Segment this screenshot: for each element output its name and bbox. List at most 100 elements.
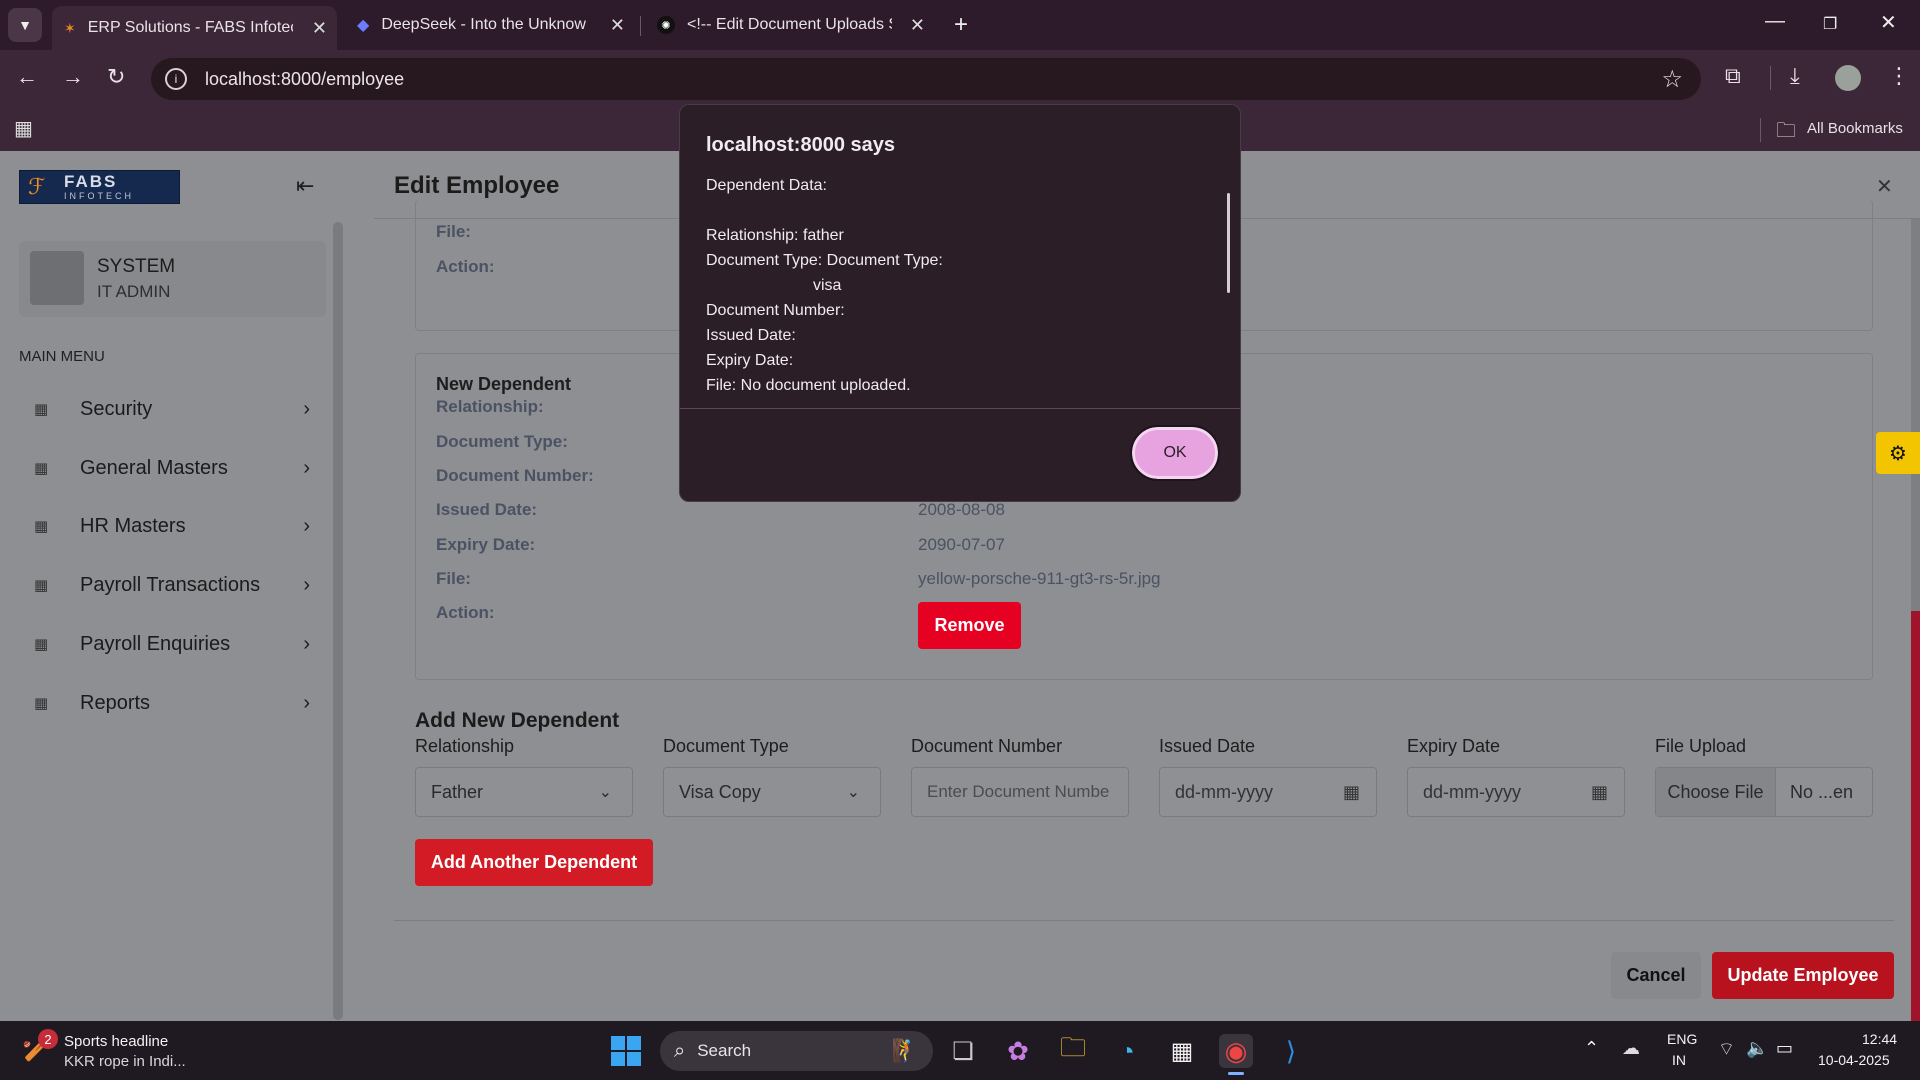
document-type-select[interactable]: Visa Copy ⌄ bbox=[663, 767, 881, 817]
vscode-icon[interactable]: ⟩ bbox=[1274, 1034, 1308, 1068]
folder-icon[interactable]: 🗀 bbox=[1776, 116, 1796, 150]
extensions-icon[interactable]: ⧉ bbox=[1725, 63, 1741, 89]
tab-close-icon[interactable]: ✕ bbox=[312, 18, 327, 39]
dialog-line: Dependent Data: bbox=[706, 177, 827, 194]
avatar bbox=[30, 251, 84, 305]
chevron-right-icon: › bbox=[303, 691, 310, 714]
language-bottom[interactable]: IN bbox=[1672, 1052, 1686, 1068]
calendar-icon[interactable]: ▦ bbox=[1591, 782, 1608, 803]
issued-date-input[interactable]: dd-mm-yyyy ▦ bbox=[1159, 767, 1377, 817]
chevron-right-icon: › bbox=[303, 573, 310, 596]
sidebar-item-hr-masters[interactable]: ▦ HR Masters › bbox=[20, 502, 320, 550]
site-info-icon[interactable]: i bbox=[165, 68, 187, 90]
dialog-line: Document Type: Document Type: bbox=[706, 252, 943, 269]
dialog-scrollbar-thumb[interactable] bbox=[1227, 193, 1230, 293]
user-name: SYSTEM bbox=[97, 256, 176, 277]
onedrive-icon[interactable]: ☁ bbox=[1622, 1038, 1640, 1059]
clock-time[interactable]: 12:44 bbox=[1862, 1031, 1897, 1047]
copilot-icon[interactable]: ✿ bbox=[1001, 1034, 1035, 1068]
chevron-up-icon[interactable]: ⌃ bbox=[1584, 1038, 1599, 1059]
tab-edit-document[interactable]: ✺ <!-- Edit Document Uploads Se ✕ bbox=[645, 7, 935, 43]
forward-icon[interactable]: → bbox=[62, 64, 84, 90]
chrome-icon[interactable]: ◉ bbox=[1219, 1034, 1253, 1068]
cancel-button[interactable]: Cancel bbox=[1611, 952, 1701, 999]
calendar-icon[interactable]: ▦ bbox=[1343, 782, 1360, 803]
sidebar-item-security[interactable]: ▦ Security › bbox=[20, 385, 320, 433]
sidebar-item-label: General Masters bbox=[80, 456, 228, 479]
dialog-title: localhost:8000 says bbox=[706, 134, 895, 156]
dialog-line: Document Number: bbox=[706, 302, 845, 319]
sidebar-item-general-masters[interactable]: ▦ General Masters › bbox=[20, 444, 320, 492]
tab-close-icon[interactable]: ✕ bbox=[610, 15, 625, 36]
tab-deepseek[interactable]: ◆ DeepSeek - Into the Unknown ✕ bbox=[345, 7, 635, 43]
sidebar-scrollbar[interactable] bbox=[333, 222, 343, 1020]
file-upload-input[interactable]: Choose File No ...en bbox=[1655, 767, 1873, 817]
browser-tab-strip: ▼ ✶ ERP Solutions - FABS Infotech , ✕ ◆ … bbox=[0, 0, 1920, 50]
wifi-icon[interactable]: ⌔ bbox=[1718, 1038, 1735, 1061]
logo-mark-icon: ℱ bbox=[28, 174, 46, 199]
minimize-icon[interactable]: — bbox=[1765, 10, 1785, 33]
volume-icon[interactable]: 🔈 bbox=[1746, 1038, 1768, 1059]
language-top[interactable]: ENG bbox=[1667, 1031, 1697, 1047]
sidebar-item-payroll-enquiries[interactable]: ▦ Payroll Enquiries › bbox=[20, 620, 320, 668]
tab-erp[interactable]: ✶ ERP Solutions - FABS Infotech , ✕ bbox=[52, 6, 337, 50]
chevron-right-icon: › bbox=[303, 397, 310, 420]
dialog-line: Relationship: father bbox=[706, 227, 844, 244]
update-employee-button[interactable]: Update Employee bbox=[1712, 952, 1894, 999]
tab-close-icon[interactable]: ✕ bbox=[910, 15, 925, 36]
start-button[interactable] bbox=[611, 1036, 641, 1066]
expiry-date-label: Expiry Date: bbox=[436, 535, 536, 554]
form-divider bbox=[394, 920, 1894, 921]
sidebar-item-label: Reports bbox=[80, 691, 151, 714]
battery-icon[interactable]: ▭ bbox=[1776, 1038, 1793, 1059]
profile-avatar[interactable] bbox=[1835, 65, 1861, 91]
all-bookmarks-label[interactable]: All Bookmarks bbox=[1807, 120, 1903, 137]
choose-file-button[interactable]: Choose File bbox=[1656, 768, 1776, 816]
apps-icon[interactable]: ▦ bbox=[14, 116, 33, 141]
document-number-input[interactable]: Enter Document Numbe bbox=[911, 767, 1129, 817]
download-icon[interactable]: ⤓ bbox=[1790, 63, 1800, 89]
ok-button[interactable]: OK bbox=[1130, 425, 1220, 481]
chrome-active-indicator bbox=[1228, 1072, 1244, 1075]
url-text[interactable]: localhost:8000/employee bbox=[205, 69, 404, 90]
tab-search-button[interactable]: ▼ bbox=[8, 8, 42, 42]
close-icon[interactable]: ✕ bbox=[1876, 174, 1893, 199]
issued-date-field-label: Issued Date bbox=[1159, 736, 1256, 756]
dialog-message: Dependent Data: Relationship: father Doc… bbox=[706, 173, 1206, 398]
edge-icon[interactable]: ◔ bbox=[1110, 1034, 1144, 1068]
menu-icon[interactable]: ⋮ bbox=[1888, 63, 1910, 89]
collapse-sidebar-icon[interactable]: ⇤ bbox=[296, 173, 314, 199]
address-bar[interactable]: i localhost:8000/employee ☆ bbox=[151, 58, 1701, 100]
taskbar-search[interactable]: ⌕ Search 🧗 bbox=[660, 1031, 933, 1071]
restore-icon[interactable]: ❐ bbox=[1823, 14, 1837, 34]
task-view-icon[interactable]: ❏ bbox=[946, 1034, 980, 1068]
sidebar-item-label: Security bbox=[80, 397, 153, 420]
new-tab-icon[interactable]: + bbox=[946, 10, 976, 40]
file-explorer-icon[interactable]: 🗀 bbox=[1056, 1032, 1090, 1068]
alert-dialog: localhost:8000 says Dependent Data: Rela… bbox=[679, 104, 1241, 502]
grid-icon: ▦ bbox=[34, 636, 49, 653]
file-upload-field-label: File Upload bbox=[1655, 736, 1747, 756]
reload-icon[interactable]: ↻ bbox=[107, 64, 125, 90]
add-another-dependent-button[interactable]: Add Another Dependent bbox=[415, 839, 653, 886]
close-window-icon[interactable]: ✕ bbox=[1880, 10, 1897, 35]
settings-tab[interactable]: ⚙ bbox=[1876, 432, 1920, 474]
document-type-label: Document Type: bbox=[436, 432, 568, 451]
action-label: Action: bbox=[436, 257, 495, 276]
back-icon[interactable]: ← bbox=[16, 64, 38, 90]
openai-favicon-icon: ✺ bbox=[657, 16, 675, 34]
modal-scrollbar-thumb[interactable] bbox=[1911, 611, 1920, 1021]
relationship-select[interactable]: Father ⌄ bbox=[415, 767, 633, 817]
dialog-line: File: No document uploaded. bbox=[706, 377, 911, 394]
remove-button[interactable]: Remove bbox=[918, 602, 1021, 649]
windows-logo-icon bbox=[611, 1036, 641, 1066]
clock-date[interactable]: 10-04-2025 bbox=[1818, 1052, 1890, 1068]
issued-date-placeholder: dd-mm-yyyy bbox=[1175, 781, 1273, 802]
document-number-placeholder: Enter Document Numbe bbox=[927, 782, 1110, 801]
sidebar-item-payroll-transactions[interactable]: ▦ Payroll Transactions › bbox=[20, 561, 320, 609]
bookmark-star-icon[interactable]: ☆ bbox=[1661, 65, 1683, 94]
sidebar-item-reports[interactable]: ▦ Reports › bbox=[20, 679, 320, 727]
expiry-date-input[interactable]: dd-mm-yyyy ▦ bbox=[1407, 767, 1625, 817]
news-widget[interactable]: 🏏 2 Sports headline KKR rope in Indi... bbox=[20, 1027, 220, 1075]
store-icon[interactable]: ▦ bbox=[1165, 1034, 1199, 1068]
